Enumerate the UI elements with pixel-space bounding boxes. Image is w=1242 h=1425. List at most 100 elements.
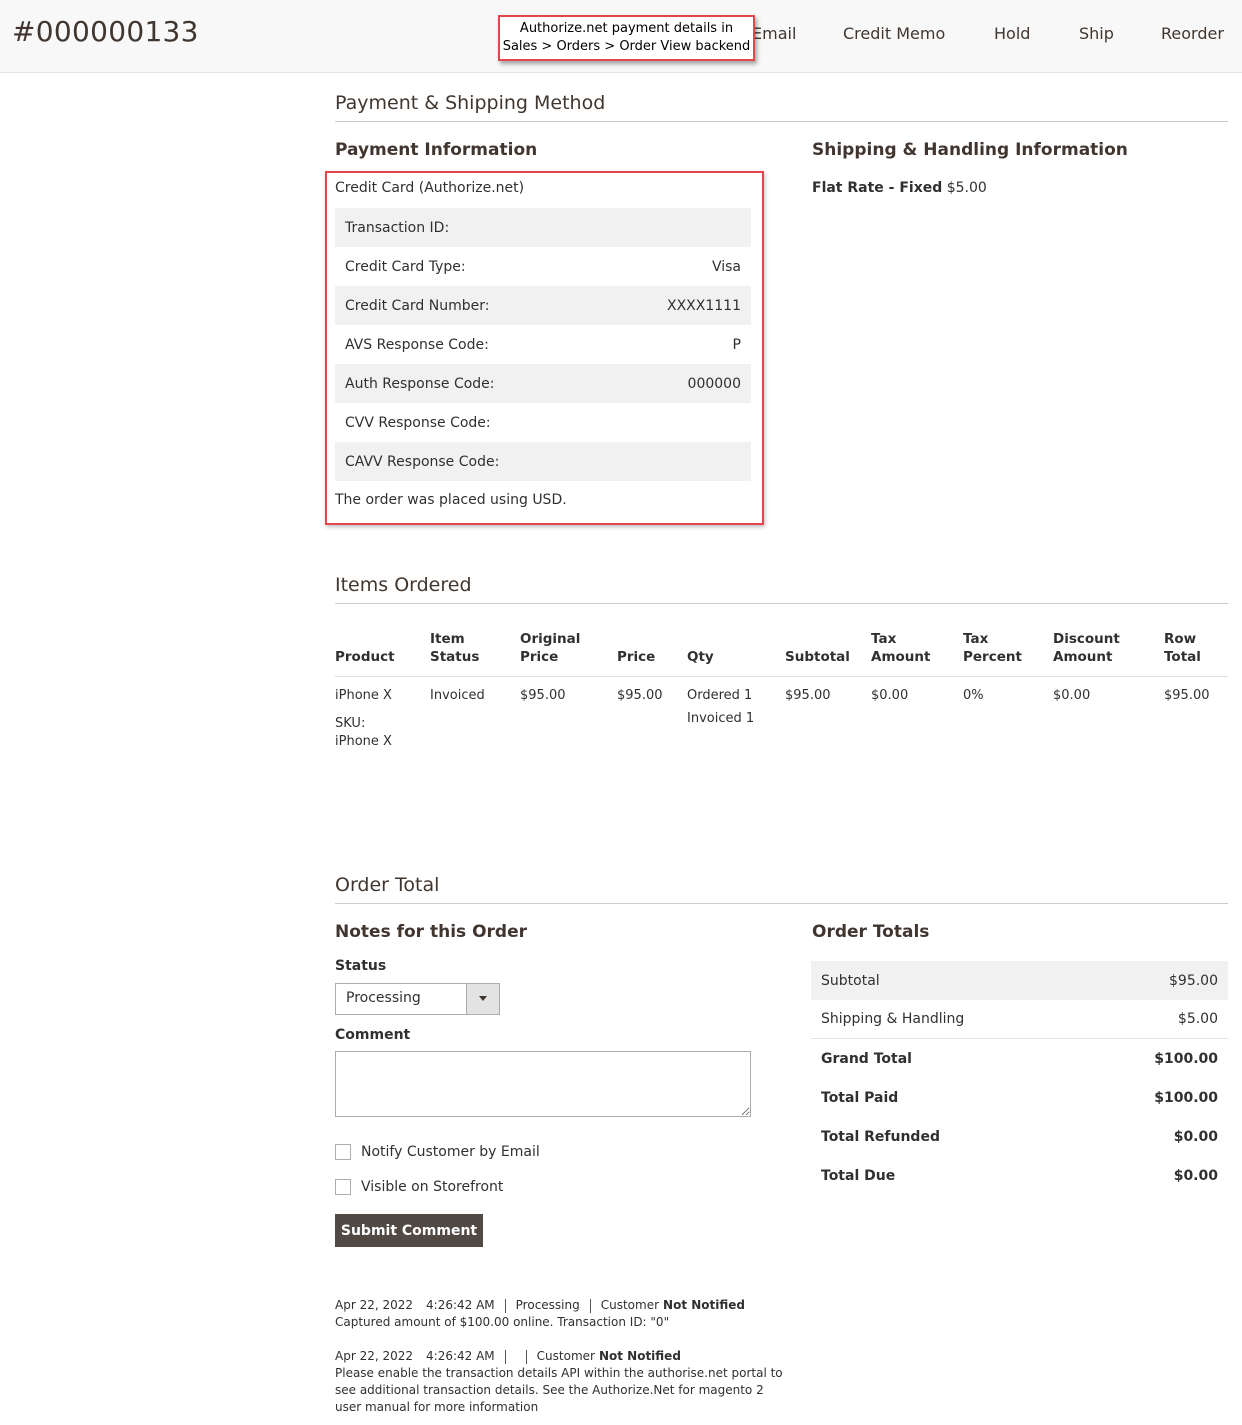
history-notified: Not Notified (663, 1298, 745, 1312)
payment-shipping-section-title: Payment & Shipping Method (335, 92, 606, 114)
totals-label: Subtotal (821, 972, 880, 989)
payment-row: CAVV Response Code: (335, 442, 751, 481)
payment-row-label: CVV Response Code: (345, 414, 491, 431)
col-header-line: Tax (963, 631, 989, 647)
totals-label: Shipping & Handling (821, 1011, 965, 1027)
status-selected-value: Processing (346, 990, 421, 1006)
shipping-information-title: Shipping & Handling Information (812, 140, 1128, 160)
order-totals-title: Order Totals (812, 922, 930, 942)
totals-label: Total Due (821, 1167, 896, 1184)
item-sku: iPhone X (335, 734, 392, 749)
totals-value: $100.00 (1154, 1050, 1218, 1067)
payment-row-value: Visa (711, 258, 741, 275)
totals-label: Total Paid (821, 1089, 899, 1106)
totals-label: Total Refunded (821, 1128, 940, 1145)
visible-storefront-checkbox[interactable] (335, 1179, 351, 1195)
order-totals-table: Subtotal $95.00 Shipping & Handling $5.0… (811, 961, 1228, 1195)
comment-label: Comment (335, 1027, 411, 1043)
history-status: Processing (515, 1298, 580, 1312)
payment-row-label: CAVV Response Code: (345, 453, 500, 470)
history-meta: Apr 22, 2022 4:26:42 AM Customer Not Not… (335, 1348, 783, 1365)
notify-customer-checkbox[interactable] (335, 1144, 351, 1160)
payment-row-label: Auth Response Code: (345, 375, 495, 392)
separator (504, 1298, 506, 1313)
item-price: $95.00 (617, 688, 663, 703)
shipping-method-price: $5.00 (946, 180, 987, 196)
col-header-line: Tax (871, 631, 897, 647)
comment-textarea[interactable] (335, 1051, 751, 1117)
payment-row: Transaction ID: (335, 208, 751, 247)
col-header-tax-amount: Tax Amount (871, 630, 930, 666)
totals-value: $0.00 (1173, 1128, 1218, 1145)
history-text-line: Please enable the transaction details AP… (335, 1366, 783, 1380)
history-text-line: see additional transaction details. See … (335, 1383, 764, 1397)
payment-row-label: AVS Response Code: (345, 336, 489, 353)
payment-row: Credit Card Type: Visa (335, 247, 751, 286)
totals-row-subtotal: Subtotal $95.00 (811, 961, 1228, 1000)
chevron-down-icon[interactable] (466, 984, 499, 1014)
item-original-price: $95.00 (520, 688, 566, 703)
table-header-divider (335, 676, 1228, 677)
separator (589, 1298, 591, 1313)
order-total-section-title: Order Total (335, 874, 440, 896)
history-text: Captured amount of $100.00 online. Trans… (335, 1315, 670, 1329)
col-header-qty: Qty (687, 649, 714, 665)
payment-row-value: P (732, 336, 741, 353)
shipping-method: Flat Rate - Fixed $5.00 (812, 180, 987, 196)
payment-row: CVV Response Code: (335, 403, 751, 442)
visible-storefront-option[interactable]: Visible on Storefront (335, 1179, 503, 1195)
col-header-line: Amount (1053, 649, 1113, 665)
items-ordered-section-title: Items Ordered (335, 574, 472, 596)
separator (504, 1349, 506, 1364)
col-header-row-total: Row Total (1164, 630, 1201, 666)
email-button[interactable]: Email (752, 24, 796, 43)
col-header-line: Status (430, 649, 480, 665)
shipping-method-name: Flat Rate - Fixed (812, 180, 943, 196)
item-subtotal: $95.00 (785, 688, 831, 703)
payment-row: Auth Response Code: 000000 (335, 364, 751, 403)
totals-row-shipping: Shipping & Handling $5.00 (811, 1000, 1228, 1039)
payment-row-label: Transaction ID: (345, 219, 450, 236)
status-select[interactable]: Processing (335, 983, 500, 1015)
item-row-total: $95.00 (1164, 688, 1210, 703)
item-tax-amount: $0.00 (871, 688, 909, 703)
item-discount-amount: $0.00 (1053, 688, 1091, 703)
payment-row-value: XXXX1111 (667, 297, 741, 314)
submit-comment-button[interactable]: Submit Comment (335, 1214, 483, 1247)
history-entry: Apr 22, 2022 4:26:42 AM Processing Custo… (335, 1297, 745, 1331)
notify-customer-option[interactable]: Notify Customer by Email (335, 1144, 540, 1160)
col-header-line: Amount (871, 649, 931, 665)
totals-row-grand-total: Grand Total $100.00 (811, 1039, 1228, 1078)
item-status: Invoiced (430, 688, 485, 703)
hold-button[interactable]: Hold (994, 24, 1030, 43)
col-header-line: Price (520, 649, 559, 665)
payment-row-value: 000000 (687, 375, 741, 392)
reorder-button[interactable]: Reorder (1161, 24, 1224, 43)
col-header-line: Percent (963, 649, 1022, 665)
totals-value: $0.00 (1173, 1167, 1218, 1184)
history-customer: Customer (536, 1349, 595, 1363)
annotation-callout: Authorize.net payment details in Sales >… (498, 15, 755, 61)
history-notified: Not Notified (598, 1349, 681, 1363)
totals-row-total-paid: Total Paid $100.00 (811, 1078, 1228, 1117)
item-tax-percent: 0% (963, 688, 984, 703)
history-date: Apr 22, 2022 (335, 1349, 414, 1363)
section-divider (335, 121, 1228, 122)
history-customer: Customer (600, 1298, 660, 1312)
col-header-line: Item (430, 631, 465, 647)
visible-storefront-label[interactable]: Visible on Storefront (361, 1179, 503, 1195)
callout-line-2: Sales > Orders > Order View backend (502, 39, 751, 54)
col-header-product: Product (335, 649, 395, 665)
history-date: Apr 22, 2022 (335, 1298, 414, 1312)
notify-customer-label[interactable]: Notify Customer by Email (361, 1144, 540, 1160)
history-meta: Apr 22, 2022 4:26:42 AM Processing Custo… (335, 1297, 745, 1314)
section-divider (335, 903, 1228, 904)
payment-row: AVS Response Code: P (335, 325, 751, 364)
totals-row-total-due: Total Due $0.00 (811, 1156, 1228, 1195)
col-header-price: Price (617, 649, 656, 665)
totals-row-total-refunded: Total Refunded $0.00 (811, 1117, 1228, 1156)
col-header-tax-percent: Tax Percent (963, 630, 1022, 666)
ship-button[interactable]: Ship (1079, 24, 1114, 43)
totals-value: $95.00 (1169, 972, 1218, 989)
credit-memo-button[interactable]: Credit Memo (843, 24, 945, 43)
